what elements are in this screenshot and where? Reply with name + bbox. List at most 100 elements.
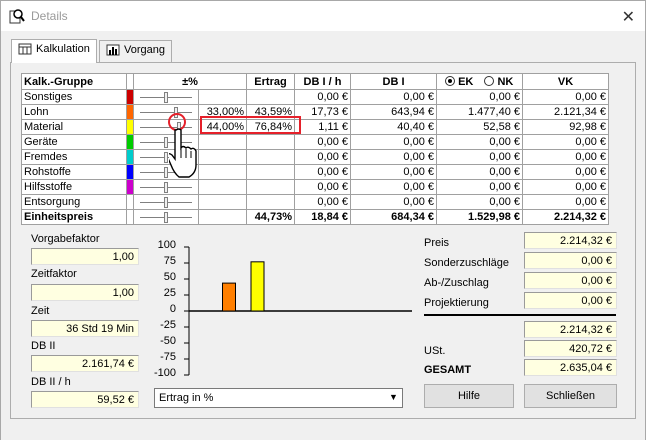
header-pct: ±% — [133, 73, 247, 90]
dbi-cell: 684,34 € — [350, 209, 437, 225]
chart-bar-1 — [222, 282, 236, 312]
abzuschlag-field[interactable]: 0,00 € — [524, 272, 617, 289]
tab-vorgang[interactable]: Vorgang — [99, 40, 172, 62]
slider-thumb[interactable] — [164, 197, 168, 208]
preis-field[interactable]: 2.214,32 € — [524, 232, 617, 249]
slider-thumb[interactable] — [164, 212, 168, 223]
group-name-cell: Lohn — [21, 104, 127, 120]
vk-cell: 0,00 € — [522, 194, 609, 210]
chevron-down-icon[interactable]: ▼ — [385, 389, 402, 407]
tab-kalkulation[interactable]: Kalkulation — [11, 39, 97, 63]
chart-mode-select[interactable]: Ertrag in % ▼ — [154, 388, 403, 408]
pct-cell[interactable] — [198, 164, 247, 180]
status-bar — [1, 429, 645, 440]
slider-thumb[interactable] — [164, 152, 168, 163]
slider-thumb[interactable] — [164, 92, 168, 103]
vk-cell: 0,00 € — [522, 179, 609, 195]
slider-thumb[interactable] — [164, 167, 168, 178]
projektierung-field[interactable]: 0,00 € — [524, 292, 617, 309]
pct-cell[interactable] — [198, 194, 247, 210]
group-name-cell: Fremdes — [21, 149, 127, 165]
details-window: Details ✕ Kalkulation Vorgang Kalk.-Grup… — [0, 0, 646, 440]
table-total-row: Einheitspreis 44,73% 18,84 €684,34 €1.529,… — [21, 209, 609, 225]
group-color-swatch — [126, 119, 134, 135]
pct-cell[interactable] — [198, 209, 247, 225]
chart-y-tick-label: 75 — [163, 255, 176, 267]
vk-cell: 2.121,34 € — [522, 104, 609, 120]
chart-y-tick-label: -75 — [160, 351, 176, 363]
chart-mode-value: Ertrag in % — [159, 392, 214, 404]
projektierung-label: Projektierung — [424, 297, 489, 309]
subtotal-field[interactable]: 2.214,32 € — [524, 321, 617, 338]
vk-cell: 0,00 € — [522, 89, 609, 105]
dbih-cell: 0,00 € — [294, 164, 351, 180]
chart-bar-2 — [250, 261, 265, 312]
group-color-swatch — [126, 209, 134, 225]
group-color-swatch — [126, 164, 134, 180]
preis-label: Preis — [424, 237, 450, 249]
adjust-slider[interactable] — [133, 209, 199, 225]
slider-thumb[interactable] — [164, 182, 168, 193]
group-name-cell: Geräte — [21, 134, 127, 150]
ertrag-cell — [246, 179, 295, 195]
table-row: Geräte 0,00 €0,00 €0,00 €0,00 € — [21, 134, 609, 150]
db2h-label: DB II / h — [31, 376, 71, 388]
highlight-box — [200, 116, 301, 134]
vorgabefaktor-field[interactable]: 1,00 — [31, 248, 139, 265]
sonderzuschlaege-field[interactable]: 0,00 € — [524, 252, 617, 269]
nk-radio[interactable] — [484, 75, 495, 86]
group-name-cell: Hilfsstoffe — [21, 179, 127, 195]
table-row: Entsorgung 0,00 €0,00 €0,00 €0,00 € — [21, 194, 609, 210]
pct-cell[interactable] — [198, 134, 247, 150]
table-row: Rohstoffe 0,00 €0,00 €0,00 €0,00 € — [21, 164, 609, 180]
dbi-cell: 0,00 € — [350, 149, 437, 165]
eknk-cell: 0,00 € — [436, 89, 523, 105]
ertrag-bar-chart — [184, 246, 412, 376]
adjust-slider[interactable] — [133, 194, 199, 210]
dbi-cell: 0,00 € — [350, 164, 437, 180]
adjust-slider[interactable] — [133, 104, 199, 120]
db2-field[interactable]: 2.161,74 € — [31, 355, 139, 372]
ertrag-cell — [246, 134, 295, 150]
adjust-slider[interactable] — [133, 179, 199, 195]
ust-label: USt. — [424, 345, 446, 357]
schliessen-button[interactable]: Schließen — [524, 384, 617, 408]
calculation-table: Kalk.-Gruppe ±% Ertrag DB I / h DB I EK … — [21, 73, 609, 225]
eknk-cell: 0,00 € — [436, 194, 523, 210]
adjust-slider[interactable] — [133, 89, 199, 105]
chart-y-tick-label: -50 — [160, 335, 176, 347]
pct-cell[interactable] — [198, 179, 247, 195]
tab-kalkulation-label: Kalkulation — [36, 43, 90, 55]
header-dbih: DB I / h — [294, 73, 351, 90]
slider-thumb[interactable] — [164, 137, 168, 148]
table-row: Material 44,00% 76,84% 1,11 €40,40 €52,58 €… — [21, 119, 609, 135]
pct-cell[interactable] — [198, 149, 247, 165]
db2h-field[interactable]: 59,52 € — [31, 391, 139, 408]
dbi-cell: 0,00 € — [350, 89, 437, 105]
magnifier-doc-icon — [9, 9, 25, 24]
close-icon[interactable]: ✕ — [622, 7, 635, 26]
slider-track — [140, 112, 192, 114]
dbi-cell: 0,00 € — [350, 194, 437, 210]
eknk-cell: 0,00 € — [436, 134, 523, 150]
chart-y-tick-label: 25 — [163, 287, 176, 299]
group-name-cell: Sonstiges — [21, 89, 127, 105]
gesamt-field[interactable]: 2.635,04 € — [524, 359, 617, 376]
ek-radio[interactable] — [445, 75, 455, 86]
zeit-field[interactable]: 36 Std 19 Min — [31, 320, 139, 337]
chart-y-tick-label: 50 — [163, 271, 176, 283]
dbih-cell: 0,00 € — [294, 149, 351, 165]
group-color-swatch — [126, 134, 134, 150]
ust-field[interactable]: 420,72 € — [524, 340, 617, 357]
hand-cursor-icon — [169, 128, 197, 178]
window-title: Details — [31, 9, 68, 23]
zeitfaktor-field[interactable]: 1,00 — [31, 284, 139, 301]
hilfe-button[interactable]: Hilfe — [424, 384, 514, 408]
calculator-icon — [18, 43, 32, 55]
dbih-cell: 0,00 € — [294, 89, 351, 105]
group-name-cell: Material — [21, 119, 127, 135]
group-color-swatch — [126, 179, 134, 195]
vk-cell: 2.214,32 € — [522, 209, 609, 225]
ertrag-cell — [246, 164, 295, 180]
pct-cell[interactable] — [198, 89, 247, 105]
